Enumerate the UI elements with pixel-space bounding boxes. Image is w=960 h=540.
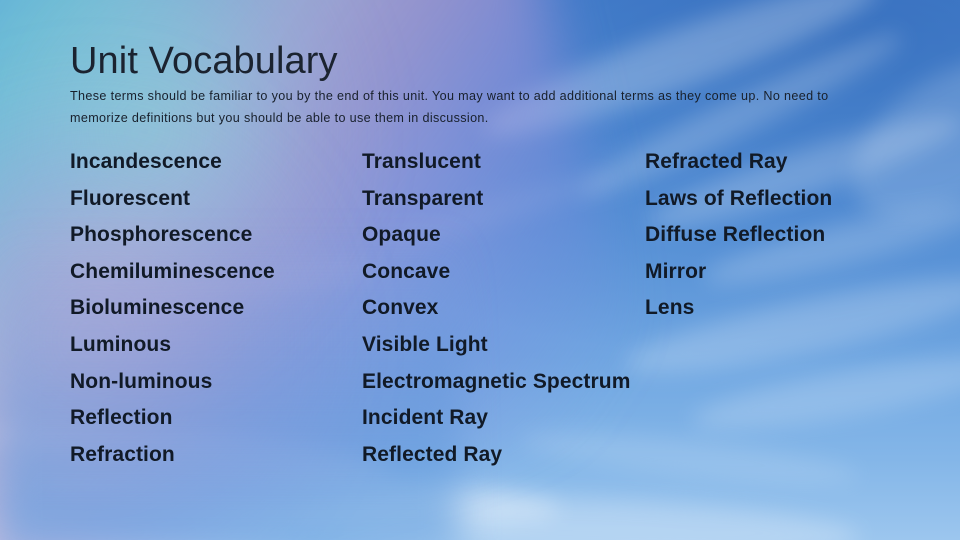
vocabulary-term: Visible Light: [362, 332, 488, 356]
vocabulary-term: Phosphorescence: [70, 223, 253, 247]
vocabulary-term: Opaque: [362, 223, 441, 247]
vocabulary-term: Bioluminescence: [70, 296, 245, 320]
slide: Unit Vocabulary These terms should be fa…: [0, 0, 960, 540]
vocabulary-term: Non-luminous: [70, 369, 213, 393]
vocabulary-term: Refraction: [70, 442, 175, 466]
vocabulary-term: Luminous: [70, 332, 172, 356]
vocabulary-column-1: Incandescence Fluorescent Phosphorescenc…: [70, 144, 360, 473]
vocabulary-term: Reflected Ray: [362, 442, 503, 466]
slide-title: Unit Vocabulary: [70, 40, 338, 82]
vocabulary-term: Diffuse Reflection: [645, 223, 826, 247]
vocabulary-term: Incident Ray: [362, 406, 489, 430]
vocabulary-term: Refracted Ray: [645, 150, 788, 173]
vocabulary-term: Convex: [362, 296, 439, 320]
vocabulary-column-2: Translucent Transparent Opaque Concave C…: [362, 144, 644, 473]
vocabulary-term: Transparent: [362, 186, 484, 210]
vocabulary-term: Lens: [645, 296, 695, 320]
vocabulary-term: Concave: [362, 259, 451, 283]
vocabulary-term: Laws of Reflection: [645, 186, 833, 210]
vocabulary-term: Reflection: [70, 406, 173, 430]
vocabulary-column-3: Refracted Ray Laws of Reflection Diffuse…: [645, 144, 945, 327]
vocabulary-term: Electromagnetic Spectrum: [362, 369, 631, 393]
slide-subtitle: These terms should be familiar to you by…: [70, 89, 829, 125]
vocabulary-term: Mirror: [645, 259, 707, 283]
vocabulary-term: Chemiluminescence: [70, 259, 275, 283]
slide-content: Unit Vocabulary These terms should be fa…: [0, 0, 960, 540]
vocabulary-term: Translucent: [362, 150, 481, 173]
vocabulary-term: Incandescence: [70, 150, 222, 173]
vocabulary-term: Fluorescent: [70, 186, 191, 210]
